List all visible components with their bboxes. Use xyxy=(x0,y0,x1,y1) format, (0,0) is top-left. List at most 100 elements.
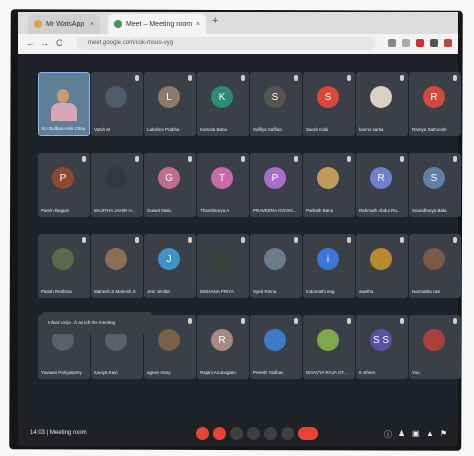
participant-name: Indumathi eng xyxy=(306,289,335,294)
participant-name: K.I Gulbas-Anis Chou xyxy=(42,126,86,131)
extension-icon[interactable] xyxy=(402,39,410,47)
participant-tile[interactable]: NIVAVYA RAJA ST... xyxy=(303,315,355,379)
participant-tile[interactable]: You xyxy=(409,315,461,379)
address-toolbar: ← → C meet.google.com/cok-msuo-vyg xyxy=(18,34,458,55)
participant-tile[interactable]: S Soundharya Bala xyxy=(409,153,461,217)
participant-body xyxy=(51,103,77,121)
participant-avatar xyxy=(317,167,339,189)
participant-tile[interactable]: Mahesh.S Mahesh.S xyxy=(91,234,143,298)
tab-label: Meet – Meeting room xyxy=(126,20,193,28)
browser-tab-bar: Mr WatsApp × Meet – Meeting room × + xyxy=(18,12,458,34)
participant-avatar xyxy=(52,248,74,270)
participant-name: Sarah Kabi xyxy=(306,127,329,132)
self-video-tile[interactable]: K.I Gulbas-Anis Chou xyxy=(38,72,90,136)
back-arrow-icon[interactable]: ← xyxy=(26,38,35,48)
participant-tile[interactable]: S Sarah Kabi xyxy=(303,72,355,136)
new-tab-button[interactable]: + xyxy=(212,15,218,27)
participant-avatar: i xyxy=(317,248,339,270)
participant-name: 6 others xyxy=(359,370,376,375)
participant-avatar: S xyxy=(264,86,286,108)
participant-tile[interactable]: G Guwet Malu xyxy=(144,153,196,217)
participant-tile[interactable]: P Parvin Begum xyxy=(38,153,90,217)
address-bar[interactable]: meet.google.com/cok-msuo-vyg xyxy=(76,37,376,50)
close-tab-icon[interactable]: × xyxy=(196,21,200,28)
participant-name: Jeni Jenitta xyxy=(147,289,170,294)
profile-avatar-icon[interactable] xyxy=(444,39,452,47)
participant-tile[interactable]: MAJITHA JAHIR H... xyxy=(91,153,143,217)
participant-name: kannu sarka xyxy=(359,127,384,132)
participant-tile[interactable]: Parkath Banu xyxy=(303,153,355,217)
participant-tile[interactable]: kannu sarka xyxy=(356,72,408,136)
participant-tile[interactable]: Syed Rinna xyxy=(250,234,302,298)
participant-name: Soundharya Bala xyxy=(412,208,447,213)
extension-icon[interactable] xyxy=(416,39,424,47)
meet-participant-grid: K.I Gulbas-Anis Chou Vatsh M L Lakshmi Pra… xyxy=(18,54,461,430)
participant-tile[interactable]: S S 6 others xyxy=(356,315,408,379)
tab-whatsapp[interactable]: Mr WatsApp × xyxy=(28,14,100,34)
participant-tile[interactable]: P PRAVEENA GOVIN... xyxy=(250,153,302,217)
people-icon[interactable]: ♟ xyxy=(398,429,405,438)
raise-hand-icon[interactable] xyxy=(247,427,260,440)
participant-name: NIVAVYA RAJA ST... xyxy=(306,370,348,375)
mic-muted-icon xyxy=(453,156,457,162)
participant-name: Rahmath Abdul Ra... xyxy=(359,208,401,213)
participant-tile[interactable]: Narmatha ravi xyxy=(409,234,461,298)
close-tab-icon[interactable]: × xyxy=(90,21,94,28)
info-icon[interactable]: ⓘ xyxy=(384,429,392,440)
participant-name: MAJITHA JAHIR H... xyxy=(94,208,136,213)
participant-tile[interactable]: Parish Reshma xyxy=(38,234,90,298)
participant-avatar xyxy=(317,329,339,351)
participant-avatar xyxy=(158,329,180,351)
participant-name: Parkath Banu xyxy=(306,208,334,213)
participant-avatar xyxy=(264,329,286,351)
tab-meet[interactable]: Meet – Meeting room × xyxy=(108,14,206,34)
participant-tile[interactable]: R Rajani Arumugam xyxy=(197,315,249,379)
mic-muted-icon xyxy=(400,237,404,243)
host-controls-icon[interactable]: ⚑ xyxy=(440,429,447,438)
mic-muted-icon xyxy=(347,156,351,162)
camera-off-icon[interactable] xyxy=(213,427,226,440)
mic-muted-icon xyxy=(241,75,245,81)
participant-tile[interactable]: S Saffiya Saffias xyxy=(250,72,302,136)
present-icon[interactable] xyxy=(264,427,277,440)
participant-tile[interactable]: i Indumathi eng xyxy=(303,234,355,298)
participant-name: Parvin Begum xyxy=(41,208,70,213)
participant-name: Rajani Arumugam xyxy=(200,370,236,375)
participant-tile[interactable]: R Rahmath Abdul Ra... xyxy=(356,153,408,217)
participant-name: Yuvaani Pariyasamy xyxy=(41,370,82,375)
participant-tile[interactable]: Vatsh M xyxy=(91,72,143,136)
participant-avatar xyxy=(264,248,286,270)
participant-tile[interactable]: K Kamala Banu xyxy=(197,72,249,136)
participant-tile[interactable]: T ThamilSurya A xyxy=(197,153,249,217)
tab-label: Mr WatsApp xyxy=(46,20,85,28)
participant-name: Preethi Yadhav xyxy=(253,370,284,375)
participant-tile[interactable]: MOHANA PRIYA xyxy=(197,234,249,298)
mic-muted-icon xyxy=(241,156,245,162)
participant-tile[interactable]: L Lakshmi Prabha xyxy=(144,72,196,136)
participant-avatar xyxy=(105,86,127,108)
chat-icon[interactable]: ▣ xyxy=(412,429,420,438)
end-call-button[interactable] xyxy=(298,427,318,440)
activities-icon[interactable]: ▲ xyxy=(426,429,434,438)
mic-off-icon[interactable] xyxy=(196,427,209,440)
captions-icon[interactable] xyxy=(230,427,243,440)
more-options-icon[interactable] xyxy=(281,427,294,440)
participant-avatar: P xyxy=(264,167,286,189)
participant-tile[interactable]: R Ramya Sathoosh xyxy=(409,72,461,136)
extension-icon[interactable] xyxy=(430,39,438,47)
participant-avatar xyxy=(423,248,445,270)
participant-avatar xyxy=(211,248,233,270)
participant-tile[interactable]: Preethi Yadhav xyxy=(250,315,302,379)
reload-icon[interactable]: C xyxy=(56,38,63,48)
participant-tile[interactable]: swetha xyxy=(356,234,408,298)
mic-muted-icon xyxy=(188,156,192,162)
participant-avatar: T xyxy=(211,167,233,189)
forward-arrow-icon[interactable]: → xyxy=(40,38,49,48)
mic-muted-icon xyxy=(453,237,457,243)
mic-muted-icon xyxy=(82,237,86,243)
participant-name: Mahesh.S Mahesh.S xyxy=(94,289,136,294)
participant-name: PRAVEENA GOVIN... xyxy=(253,208,297,213)
participant-avatar xyxy=(423,329,445,351)
participant-tile[interactable]: J Jeni Jenitta xyxy=(144,234,196,298)
extension-icon[interactable] xyxy=(388,39,396,47)
